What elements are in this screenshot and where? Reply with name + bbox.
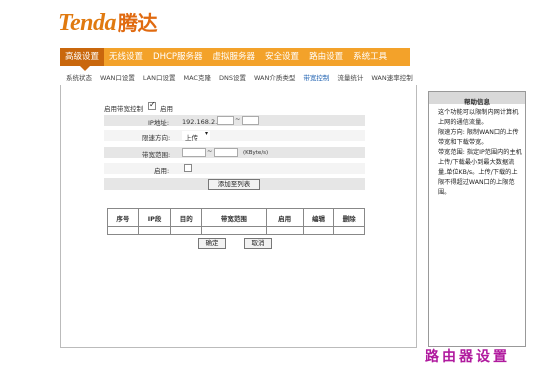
col-edit: 编辑 — [302, 208, 335, 227]
range-label: 带宽范围: — [142, 151, 171, 159]
range-min-input[interactable] — [182, 148, 206, 157]
main-tab-security[interactable]: 安全设置 — [260, 48, 304, 66]
main-nav: 高级设置 无线设置 DHCP服务器 虚拟服务器 安全设置 路由设置 系统工具 — [60, 48, 410, 71]
help-body: 这个功能可以限制内网计算机上网的通信流量。 限速方向: 限制WAN口的上传带宽和… — [438, 109, 522, 196]
help-panel: 帮助信息 这个功能可以限制内网计算机上网的通信流量。 限速方向: 限制WAN口的… — [428, 91, 526, 347]
enabled-checkbox[interactable] — [184, 164, 192, 172]
enable-bw-label: 启用带宽控制 — [104, 105, 143, 113]
ip-end-input[interactable] — [242, 116, 259, 125]
direction-value: 上传 — [185, 134, 198, 142]
sub-tab-lan[interactable]: LAN口设置 — [143, 72, 176, 82]
sub-tab-traffic-stats[interactable]: 流量统计 — [337, 72, 363, 82]
main-tab-advanced[interactable]: 高级设置 — [60, 48, 105, 66]
enable-bw-checkbox[interactable]: ✓ — [148, 100, 156, 110]
range-unit: (KByte/s) — [243, 150, 269, 156]
logo-latin: Tenda — [58, 10, 116, 36]
sub-tab-wan-media[interactable]: WAN介质类型 — [254, 72, 295, 82]
direction-label: 限速方向: — [142, 134, 171, 142]
sub-tab-dns[interactable]: DNS设置 — [219, 72, 246, 82]
col-bandwidth: 带宽范围 — [201, 208, 267, 227]
checkmark-icon: ✓ — [149, 100, 156, 109]
col-delete: 删除 — [333, 208, 365, 227]
range-separator: ~ — [207, 147, 213, 155]
main-tab-routing[interactable]: 路由设置 — [304, 48, 348, 66]
cancel-button[interactable]: 取消 — [244, 238, 272, 249]
enable-label: 启用 — [160, 105, 173, 113]
help-title: 帮助信息 — [464, 98, 490, 106]
sub-tab-wan-rate[interactable]: WAN速率控制 — [371, 72, 412, 82]
ip-label: IP地址: — [148, 119, 170, 127]
ip-start-input[interactable] — [217, 116, 234, 125]
main-tab-virtual-server[interactable]: 虚拟服务器 — [208, 48, 261, 66]
sub-tab-bandwidth[interactable]: 带宽控制 — [303, 72, 329, 82]
sub-tab-status[interactable]: 系统状态 — [66, 72, 92, 82]
sub-nav: 系统状态 WAN口设置 LAN口设置 MAC克隆 DNS设置 WAN介质类型 带… — [66, 72, 421, 82]
main-tab-wireless[interactable]: 无线设置 — [104, 48, 148, 66]
enabled-label: 启用: — [154, 167, 170, 175]
rules-table: 序号 IP段 目的 带宽范围 启用 编辑 删除 — [107, 208, 365, 235]
table-row — [107, 226, 365, 235]
col-enabled: 启用 — [265, 208, 304, 227]
tenda-logo: Tenda 腾达 — [58, 7, 157, 37]
col-destination: 目的 — [170, 208, 203, 227]
chevron-down-icon: ▾ — [204, 130, 208, 137]
direction-select[interactable]: 上传 ▾ — [182, 130, 210, 142]
sub-tab-mac-clone[interactable]: MAC克隆 — [183, 72, 210, 82]
table-header-row: 序号 IP段 目的 带宽范围 启用 编辑 删除 — [107, 208, 365, 227]
active-tab-arrow — [80, 66, 90, 71]
col-ip-range: IP段 — [137, 208, 172, 227]
range-max-input[interactable] — [214, 148, 238, 157]
ip-separator: ~ — [235, 115, 241, 123]
ip-prefix: 192.168.2. — [182, 118, 218, 126]
sub-tab-wan[interactable]: WAN口设置 — [100, 72, 135, 82]
col-index: 序号 — [107, 208, 139, 227]
watermark: 路由器设置 — [425, 349, 510, 365]
enabled-row — [104, 163, 365, 174]
main-tab-dhcp[interactable]: DHCP服务器 — [148, 48, 208, 66]
add-to-list-button[interactable]: 添加至列表 — [208, 179, 260, 190]
logo-cn: 腾达 — [117, 11, 158, 35]
main-tab-system-tools[interactable]: 系统工具 — [348, 48, 392, 66]
ok-button[interactable]: 确定 — [198, 238, 226, 249]
